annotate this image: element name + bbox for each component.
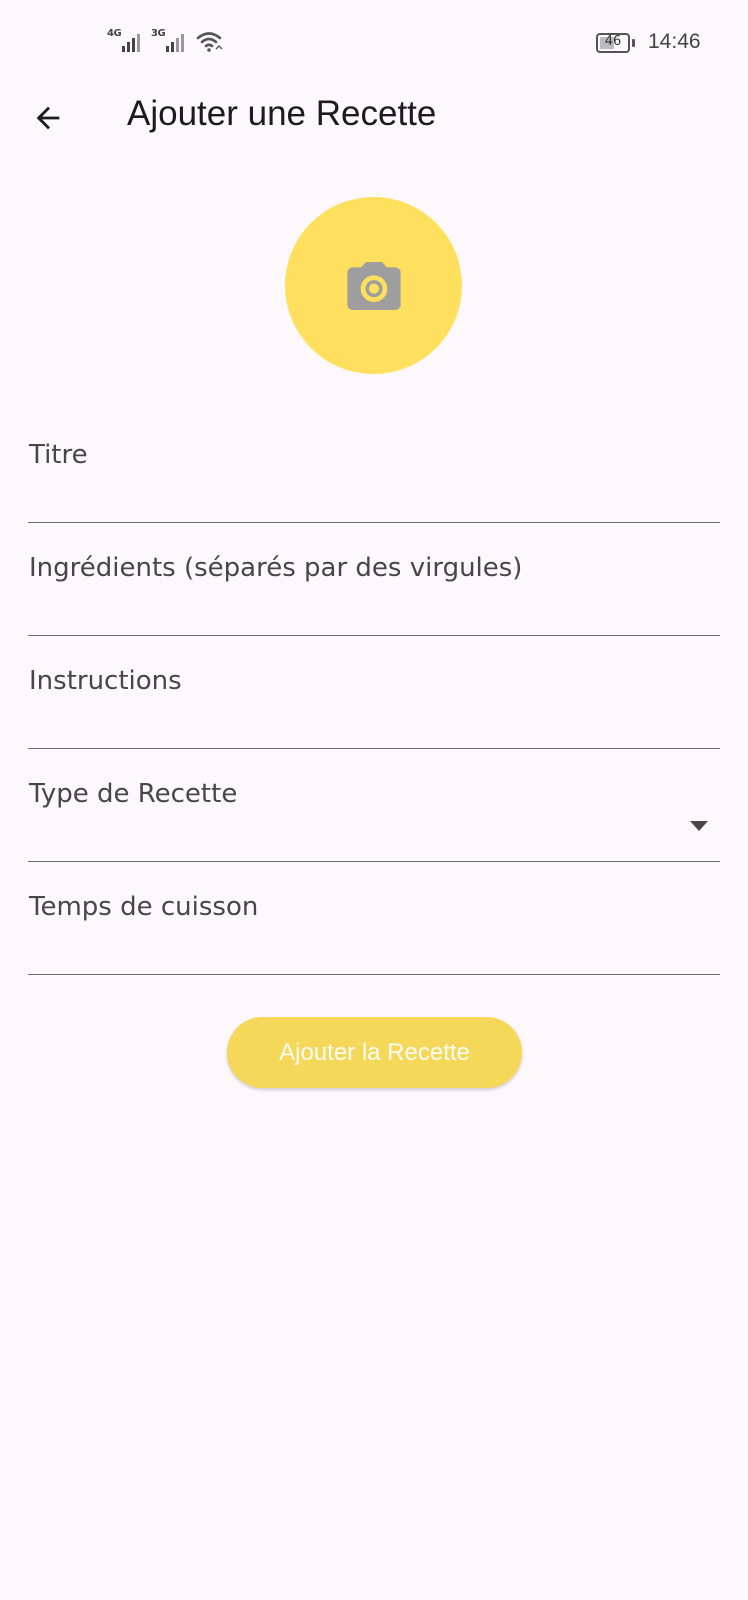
sim2-network-type: 3G: [151, 28, 166, 39]
title-field[interactable]: Titre: [28, 410, 720, 523]
back-button[interactable]: [26, 96, 70, 140]
cooking-time-field[interactable]: Temps de cuisson: [28, 862, 720, 975]
recipe-type-label: Type de Recette: [29, 779, 238, 809]
battery-level: 46: [604, 34, 622, 49]
arrow-back-icon: [36, 106, 60, 130]
status-time: 14:46: [648, 30, 701, 53]
cooking-time-field-label: Temps de cuisson: [29, 892, 259, 922]
add-recipe-button[interactable]: Ajouter la Recette: [227, 1017, 522, 1088]
battery-icon: 46: [596, 33, 635, 53]
title-field-label: Titre: [29, 440, 88, 470]
instructions-field[interactable]: Instructions: [28, 636, 720, 749]
screen: 4G 3G 46 14:46 Ajouter une Recette Titre…: [0, 0, 748, 1600]
recipe-type-dropdown[interactable]: Type de Recette: [28, 749, 720, 862]
page-title: Ajouter une Recette: [127, 94, 437, 133]
sim1-network-type: 4G: [107, 28, 122, 39]
instructions-field-label: Instructions: [29, 666, 182, 696]
add-recipe-button-label: Ajouter la Recette: [279, 1038, 470, 1066]
wifi-icon: [196, 30, 224, 58]
status-bar: 4G 3G 46 14:46: [0, 0, 748, 88]
ingredients-field-label: Ingrédients (séparés par des virgules): [29, 553, 523, 583]
camera-icon: [346, 261, 401, 310]
dropdown-arrow-icon: [690, 821, 708, 831]
image-picker-button[interactable]: [285, 197, 462, 374]
ingredients-field[interactable]: Ingrédients (séparés par des virgules): [28, 523, 720, 636]
